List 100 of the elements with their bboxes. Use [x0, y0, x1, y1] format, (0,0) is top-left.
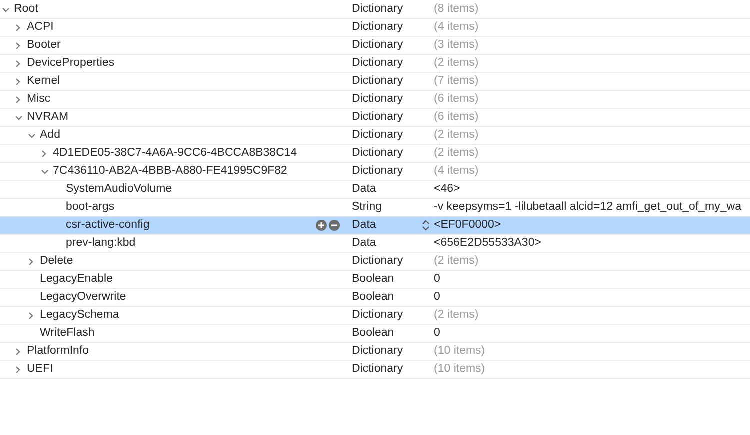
value-label: (2 items)	[434, 146, 479, 161]
value-label: (6 items)	[434, 110, 479, 125]
type-label: Dictionary	[352, 74, 404, 89]
tree-row[interactable]: LegacySchema Dictionary (2 items)	[0, 307, 750, 325]
type-label: Dictionary	[352, 344, 404, 359]
value-label: 0	[434, 290, 440, 305]
type-label: Boolean	[352, 272, 394, 287]
tree-row[interactable]: UEFI Dictionary (10 items)	[0, 361, 750, 379]
tree-row[interactable]: 7C436110-AB2A-4BBB-A880-FE41995C9F82 Dictionary (4 items)	[0, 163, 750, 181]
key-label: prev-lang:kbd	[66, 236, 136, 251]
type-label: Dictionary	[352, 146, 404, 161]
type-label: Data	[352, 182, 376, 197]
tree-row[interactable]: LegacyEnable Boolean 0	[0, 271, 750, 289]
key-label: 4D1EDE05-38C7-4A6A-9CC6-4BCCA8B38C14	[53, 146, 298, 161]
type-label: Dictionary	[352, 56, 404, 71]
key-label: Booter	[27, 38, 61, 53]
key-label: LegacyEnable	[40, 272, 113, 287]
chevron-right-icon[interactable]	[15, 24, 21, 32]
chevron-right-icon[interactable]	[15, 366, 21, 374]
chevron-down-icon[interactable]	[41, 168, 49, 174]
type-label: Dictionary	[352, 110, 404, 125]
chevron-right-icon[interactable]	[15, 78, 21, 86]
value-label: 0	[434, 326, 440, 341]
tree-row[interactable]: Booter Dictionary (3 items)	[0, 37, 750, 55]
tree-row[interactable]: WriteFlash Boolean 0	[0, 325, 750, 343]
type-label: Dictionary	[352, 308, 404, 323]
value-label: <46>	[434, 182, 460, 197]
key-label: NVRAM	[27, 110, 69, 125]
type-label: Dictionary	[352, 164, 404, 179]
key-label: PlatformInfo	[27, 344, 89, 359]
remove-icon[interactable]	[329, 220, 340, 231]
chevron-right-icon[interactable]	[15, 60, 21, 68]
stepper-icon[interactable]	[422, 220, 430, 231]
tree-row[interactable]: NVRAM Dictionary (6 items)	[0, 109, 750, 127]
key-label: UEFI	[27, 362, 54, 377]
key-label: Root	[14, 2, 38, 17]
tree-row[interactable]: Delete Dictionary (2 items)	[0, 253, 750, 271]
tree-row[interactable]: boot-args String -v keepsyms=1 -lilubetaall alcid=12 amfi_get_out_of_my_wa	[0, 199, 750, 217]
type-label: Dictionary	[352, 128, 404, 143]
value-label: (6 items)	[434, 92, 479, 107]
type-label: Dictionary	[352, 38, 404, 53]
tree-row[interactable]: csr-active-config Data <EF0F0000>	[0, 217, 750, 235]
value-label: (4 items)	[434, 20, 479, 35]
chevron-right-icon[interactable]	[15, 42, 21, 50]
value-label: (10 items)	[434, 344, 486, 359]
value-label: 0	[434, 272, 440, 287]
type-label: Dictionary	[352, 2, 404, 17]
value-label: (2 items)	[434, 254, 479, 269]
chevron-right-icon[interactable]	[28, 258, 34, 266]
tree-row[interactable]: prev-lang:kbd Data <656E2D55533A30>	[0, 235, 750, 253]
value-label: (8 items)	[434, 2, 479, 17]
value-label: (3 items)	[434, 38, 479, 53]
chevron-down-icon[interactable]	[15, 114, 23, 120]
value-label: <EF0F0000>	[434, 218, 502, 233]
value-label: -v keepsyms=1 -lilubetaall alcid=12 amfi_get_out_of_my_wa	[434, 200, 742, 215]
type-label: Data	[352, 218, 376, 233]
type-label: Dictionary	[352, 362, 404, 377]
tree-row[interactable]: Add Dictionary (2 items)	[0, 127, 750, 145]
key-label: csr-active-config	[66, 218, 150, 233]
tree-row[interactable]: ACPI Dictionary (4 items)	[0, 19, 750, 37]
value-label: (2 items)	[434, 128, 479, 143]
key-label: DeviceProperties	[27, 56, 115, 71]
chevron-right-icon[interactable]	[41, 150, 47, 158]
key-label: boot-args	[66, 200, 115, 215]
key-label: LegacySchema	[40, 308, 120, 323]
value-label: (7 items)	[434, 74, 479, 89]
tree-row[interactable]: 4D1EDE05-38C7-4A6A-9CC6-4BCCA8B38C14 Dictionary (2 items)	[0, 145, 750, 163]
chevron-right-icon[interactable]	[28, 312, 34, 320]
value-label: (10 items)	[434, 362, 486, 377]
value-label: (2 items)	[434, 308, 479, 323]
tree-row[interactable]: Kernel Dictionary (7 items)	[0, 73, 750, 91]
type-label: Dictionary	[352, 254, 404, 269]
tree-row[interactable]: DeviceProperties Dictionary (2 items)	[0, 55, 750, 73]
type-label: Boolean	[352, 290, 394, 305]
key-label: 7C436110-AB2A-4BBB-A880-FE41995C9F82	[53, 164, 288, 179]
value-label: (4 items)	[434, 164, 479, 179]
type-label: Dictionary	[352, 20, 404, 35]
tree-row[interactable]: SystemAudioVolume Data <46>	[0, 181, 750, 199]
add-icon[interactable]	[316, 220, 327, 231]
chevron-down-icon[interactable]	[2, 6, 10, 12]
key-label: LegacyOverwrite	[40, 290, 126, 305]
value-label: <656E2D55533A30>	[434, 236, 542, 251]
chevron-right-icon[interactable]	[15, 348, 21, 356]
type-label: String	[352, 200, 382, 215]
type-label: Boolean	[352, 326, 394, 341]
key-label: Misc	[27, 92, 51, 107]
type-label: Data	[352, 236, 376, 251]
key-label: Kernel	[27, 74, 60, 89]
key-label: Delete	[40, 254, 74, 269]
tree-row[interactable]: Root Dictionary (8 items)	[0, 1, 750, 19]
value-label: (2 items)	[434, 56, 479, 71]
tree-row[interactable]: LegacyOverwrite Boolean 0	[0, 289, 750, 307]
chevron-down-icon[interactable]	[28, 132, 36, 138]
key-label: WriteFlash	[40, 326, 95, 341]
key-label: SystemAudioVolume	[66, 182, 172, 197]
key-label: ACPI	[27, 20, 54, 35]
tree-row[interactable]: PlatformInfo Dictionary (10 items)	[0, 343, 750, 361]
chevron-right-icon[interactable]	[15, 96, 21, 104]
tree-row[interactable]: Misc Dictionary (6 items)	[0, 91, 750, 109]
key-label: Add	[40, 128, 60, 143]
